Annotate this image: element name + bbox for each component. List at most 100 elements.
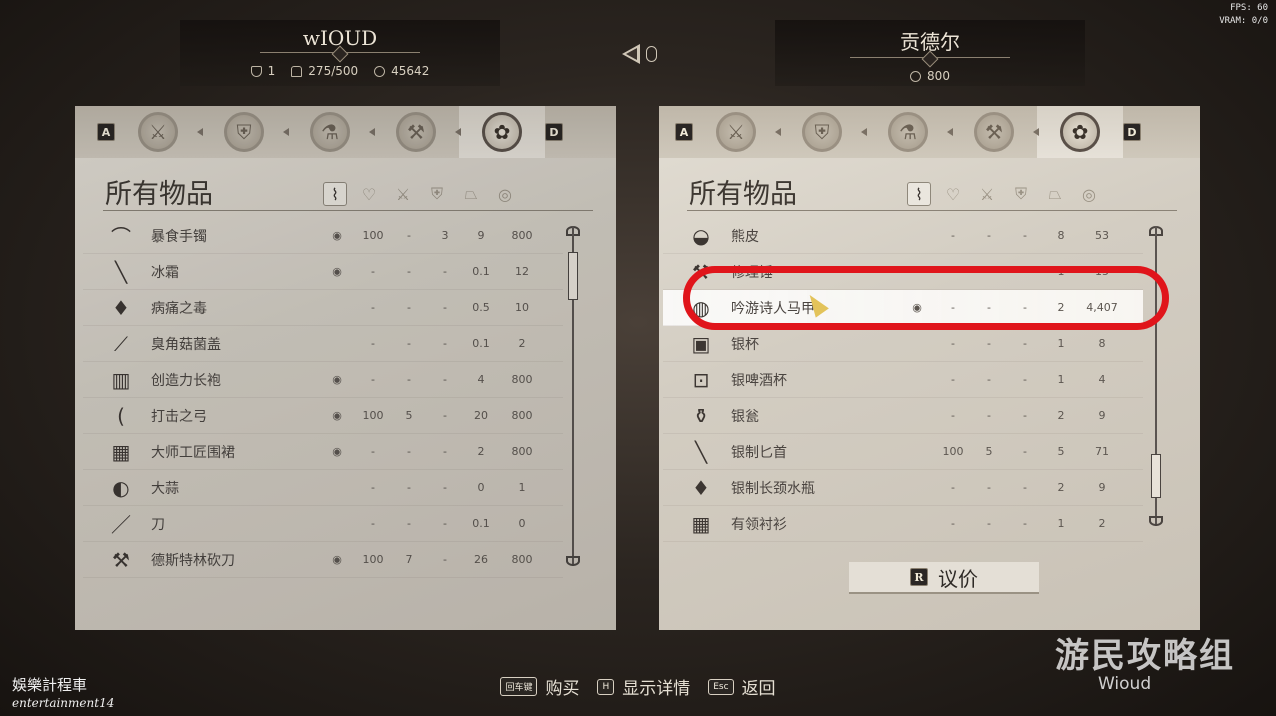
weight-icon[interactable]: ⏢ xyxy=(459,182,483,206)
item-weight: 1 xyxy=(1057,265,1065,278)
item-row[interactable]: ╲ 银制匕首 100 5 - 5 71 xyxy=(663,434,1143,470)
item-quality: ◉ xyxy=(912,301,922,314)
value-sort-icon[interactable]: ⌇ xyxy=(323,182,347,206)
item-row[interactable]: ⊡ 银啤酒杯 - - - 1 4 xyxy=(663,362,1143,398)
weapon-category-icon: ⚔ xyxy=(138,112,178,152)
item-price: 800 xyxy=(511,445,533,458)
tab-armor[interactable]: ⛨ xyxy=(197,106,287,158)
back-action[interactable]: Esc 返回 xyxy=(708,674,776,699)
tab-armor[interactable]: ⛨ xyxy=(775,106,865,158)
item-attack: - xyxy=(407,337,411,350)
arrow-left-icon[interactable] xyxy=(622,44,640,64)
item-row[interactable]: ╲ 冰霜 ◉ - - - 0.1 12 xyxy=(83,254,563,290)
coin-icon[interactable]: ◎ xyxy=(493,182,517,206)
heart-icon[interactable]: ♡ xyxy=(941,182,965,206)
player-armor-stat: 1 xyxy=(250,64,275,78)
tab-tools[interactable]: ⚒ xyxy=(369,106,459,158)
item-icon: ⊡ xyxy=(692,367,710,392)
tab-alchemy[interactable]: ⚗ xyxy=(861,106,951,158)
prev-tab-key[interactable]: A xyxy=(97,123,115,141)
sword-icon[interactable]: ⚔ xyxy=(391,182,415,206)
item-attack: - xyxy=(407,373,411,386)
shield-icon[interactable]: ⛨ xyxy=(425,182,449,206)
item-row[interactable]: ♦ 银制长颈水瓶 - - - 2 9 xyxy=(663,470,1143,506)
arrow-left-icon xyxy=(775,128,781,136)
item-row[interactable]: ／ 刀 - - - 0.1 0 xyxy=(83,506,563,542)
item-row[interactable]: ◍ 吟游诗人马甲 ◉ - - -2 4,407 xyxy=(663,290,1143,326)
item-row[interactable]: ⚱ 银瓮 - - - 2 9 xyxy=(663,398,1143,434)
item-row[interactable]: ▦ 大师工匠围裙 ◉ - - - 2 800 xyxy=(83,434,563,470)
item-weight: 2 xyxy=(1057,481,1065,494)
prev-tab-key[interactable]: A xyxy=(675,123,693,141)
scroll-thumb[interactable] xyxy=(1151,454,1161,498)
tab-weapons[interactable]: ⚔ xyxy=(693,106,779,158)
merchant-header: 贡德尔 800 xyxy=(775,20,1085,86)
item-condition: - xyxy=(371,337,375,350)
sword-icon[interactable]: ⚔ xyxy=(975,182,999,206)
item-row[interactable]: ▣ 银杯 - - - 1 8 xyxy=(663,326,1143,362)
item-row[interactable]: ⚒ 德斯特林砍刀 ◉ 100 7 - 26 800 xyxy=(83,542,563,578)
item-price: 800 xyxy=(511,409,533,422)
item-quality: ◉ xyxy=(332,265,342,278)
item-quality: ◉ xyxy=(332,409,342,422)
item-row[interactable]: ⚒ 修理锤 - - - 1 15 xyxy=(663,254,1143,290)
tab-tools[interactable]: ⚒ xyxy=(947,106,1037,158)
heart-icon[interactable]: ♡ xyxy=(357,182,381,206)
item-row[interactable]: ▥ 创造力长袍 ◉ - - - 4 800 xyxy=(83,362,563,398)
next-tab-key[interactable]: D xyxy=(1123,123,1141,141)
item-attack: - xyxy=(987,373,991,386)
buy-label: 购买 xyxy=(545,679,580,699)
item-row[interactable]: ◐ 大蒜 - - - 0 1 xyxy=(83,470,563,506)
weapon-category-icon: ⚔ xyxy=(716,112,756,152)
shield-icon[interactable]: ⛨ xyxy=(1009,182,1033,206)
item-row[interactable]: ◒ 熊皮 - - - 8 53 xyxy=(663,218,1143,254)
item-weight: 0.1 xyxy=(472,337,490,350)
tab-misc[interactable]: ✿ xyxy=(455,106,545,158)
item-condition: 100 xyxy=(362,409,384,422)
item-condition: - xyxy=(371,301,375,314)
tab-alchemy[interactable]: ⚗ xyxy=(283,106,373,158)
tab-weapons[interactable]: ⚔ xyxy=(115,106,201,158)
buy-key: 回车键 xyxy=(500,677,538,696)
item-price: 53 xyxy=(1095,229,1109,242)
details-action[interactable]: H 显示详情 xyxy=(597,674,690,699)
mouse-icon xyxy=(646,46,657,62)
item-condition: - xyxy=(951,301,955,314)
buy-action[interactable]: 回车键 购买 xyxy=(500,674,579,699)
coin-icon[interactable]: ◎ xyxy=(1077,182,1101,206)
item-name: 银制匕首 xyxy=(731,444,787,461)
item-defense: - xyxy=(1023,301,1027,314)
item-price: 8 xyxy=(1098,337,1106,350)
item-quality: ◉ xyxy=(332,553,342,566)
item-defense: - xyxy=(443,301,447,314)
misc-category-icon: ✿ xyxy=(1060,112,1100,152)
merchant-scrollbar[interactable] xyxy=(1149,226,1163,526)
item-name: 有领衬衫 xyxy=(731,516,787,533)
item-quality: ◉ xyxy=(332,373,342,386)
item-defense: - xyxy=(1023,445,1027,458)
haggle-button[interactable]: R 议价 xyxy=(849,562,1039,594)
item-price: 2 xyxy=(1098,517,1106,530)
item-name: 病痛之毒 xyxy=(151,300,207,317)
switch-panel-control[interactable] xyxy=(622,44,657,64)
item-name: 银制长颈水瓶 xyxy=(731,480,815,497)
tab-misc[interactable]: ✿ xyxy=(1033,106,1123,158)
item-defense: - xyxy=(443,373,447,386)
weight-icon[interactable]: ⏢ xyxy=(1043,182,1067,206)
details-label: 显示详情 xyxy=(622,679,691,699)
item-icon: ◐ xyxy=(112,475,130,500)
value-sort-icon[interactable]: ⌇ xyxy=(907,182,931,206)
player-scrollbar[interactable] xyxy=(566,226,580,566)
item-icon: ▦ xyxy=(111,439,131,464)
footer-actions: 回车键 购买 H 显示详情 Esc 返回 xyxy=(0,674,1276,699)
merchant-inventory-panel: A ⚔ ⛨ ⚗ ⚒ ✿ D 所有物品 ⌇ ♡ ⚔ ⛨ ⏢ ◎ ◒ 熊皮 - - - 8 53… xyxy=(659,106,1200,630)
item-row[interactable]: ♦ 病痛之毒 - - - 0.5 10 xyxy=(83,290,563,326)
item-row[interactable]: ⟋ 臭角菇菌盖 - - - 0.1 2 xyxy=(83,326,563,362)
item-row[interactable]: (打击之弓 ◉ 100 5 - 20 800 xyxy=(83,398,563,434)
item-row[interactable]: ⌒ 暴食手镯 ◉ 100 - 3 9 800 xyxy=(83,218,563,254)
next-tab-key[interactable]: D xyxy=(545,123,563,141)
scroll-thumb[interactable] xyxy=(568,252,578,300)
back-key: Esc xyxy=(708,678,734,695)
item-row[interactable]: ▦ 有领衬衫 - - - 1 2 xyxy=(663,506,1143,542)
alchemy-category-icon: ⚗ xyxy=(310,112,350,152)
